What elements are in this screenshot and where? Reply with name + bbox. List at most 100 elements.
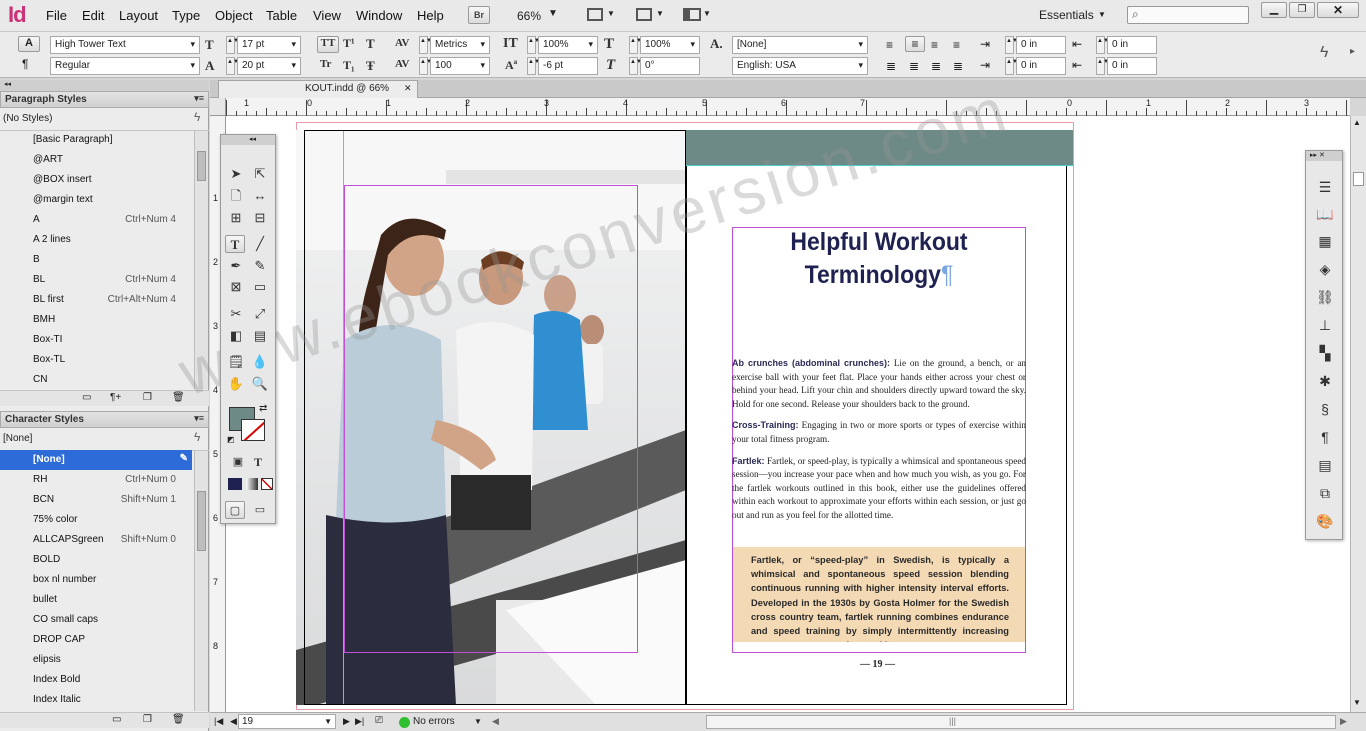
scroll-thumb[interactable]: [197, 151, 206, 181]
new-style-icon[interactable]: ❐: [143, 714, 152, 725]
sidebar-box[interactable]: Fartlek, or “speed-play” in Swedish, is …: [733, 547, 1025, 642]
collapse-dock-icon[interactable]: ◂◂: [0, 80, 209, 91]
pages-panel-icon[interactable]: ☰: [1315, 179, 1335, 197]
character-style-item[interactable]: DROP CAP: [0, 630, 192, 650]
chevron-down-icon[interactable]: ▼: [1098, 10, 1106, 19]
scroll-up-icon[interactable]: ▲: [1353, 118, 1361, 127]
screen-mode-icon[interactable]: [636, 8, 652, 21]
table-panel-icon[interactable]: ▦: [1315, 233, 1335, 251]
formatting-text-icon[interactable]: T: [248, 453, 268, 471]
paragraph-style-item[interactable]: BL first Ctrl+Alt+Num 4: [0, 290, 192, 310]
first-line-indent-stepper[interactable]: ▲▼: [1005, 57, 1018, 75]
gradient-feather-tool-icon[interactable]: ▤: [250, 327, 270, 345]
kerning-field[interactable]: Metrics: [430, 36, 490, 54]
character-style-item[interactable]: box nl number: [0, 570, 192, 590]
language-field[interactable]: English: USA: [732, 57, 868, 75]
strikethrough-icon[interactable]: Ŧ: [366, 58, 375, 74]
font-size-stepper[interactable]: ▲▼: [226, 36, 239, 54]
menu-view[interactable]: View: [313, 8, 341, 23]
zoom-level[interactable]: 66%: [517, 9, 541, 23]
character-style-item[interactable]: Index Bold: [0, 670, 192, 690]
paragraph-formatting-icon[interactable]: ¶: [22, 57, 28, 71]
leading-stepper[interactable]: ▲▼: [226, 57, 239, 75]
vertical-scale-stepper[interactable]: ▲▼: [527, 36, 540, 54]
character-style-item[interactable]: ALLCAPSgreen Shift+Num 0: [0, 530, 192, 550]
paragraph-style-item[interactable]: A Ctrl+Num 4: [0, 210, 192, 230]
menu-edit[interactable]: Edit: [82, 8, 104, 23]
layers-panel-icon[interactable]: ◈: [1315, 261, 1335, 279]
chevron-down-icon[interactable]: ▼: [474, 717, 482, 726]
scroll-left-icon[interactable]: ◀: [492, 716, 499, 727]
view-options-icon[interactable]: [587, 8, 603, 21]
content-collector-icon[interactable]: ⊞: [226, 209, 246, 227]
character-style-item[interactable]: BCN Shift+Num 1: [0, 490, 192, 510]
document-tab[interactable]: KOUT.indd @ 66% ✕: [218, 80, 418, 98]
align-right-icon[interactable]: ≡: [931, 38, 938, 52]
paragraph-style-item[interactable]: [Basic Paragraph]: [0, 130, 192, 150]
open-page-icon[interactable]: ⎚: [375, 715, 383, 726]
normal-view-icon[interactable]: ▢: [225, 501, 245, 519]
chevron-down-icon[interactable]: ▼: [703, 9, 711, 18]
line-tool-icon[interactable]: ╱: [250, 235, 270, 253]
character-style-item[interactable]: Index Italic: [0, 690, 192, 710]
note-tool-icon[interactable]: 🗒: [226, 353, 246, 371]
justify-center-icon[interactable]: ≣: [909, 59, 919, 73]
horizontal-scale-field[interactable]: 100%: [640, 36, 700, 54]
pencil-tool-icon[interactable]: ✎: [250, 257, 270, 275]
paragraph-style-item[interactable]: @ART: [0, 150, 192, 170]
scroll-thumb[interactable]: [1353, 172, 1364, 186]
paragraph-style-item[interactable]: BMH: [0, 310, 192, 330]
horizontal-ruler[interactable]: 1 0 1 2 3 4 5 6 7 0 1 2 3: [226, 98, 1350, 116]
align-panel-icon[interactable]: ⊥: [1315, 317, 1335, 335]
align-center-icon[interactable]: ≡: [905, 36, 925, 52]
content-placer-icon[interactable]: ⊟: [250, 209, 270, 227]
justify-right-icon[interactable]: ≣: [931, 59, 941, 73]
character-style-item[interactable]: elipsis: [0, 650, 192, 670]
collapse-tools-icon[interactable]: ◂◂: [221, 135, 275, 145]
color-panel-icon[interactable]: 🎨: [1315, 513, 1335, 531]
vertical-scrollbar[interactable]: ▲ ▼: [1350, 116, 1366, 712]
bridge-button[interactable]: Br: [468, 6, 490, 24]
chevron-down-icon[interactable]: ▼: [656, 9, 664, 18]
menu-table[interactable]: Table: [266, 8, 297, 23]
zoom-dropdown-icon[interactable]: ▼: [548, 8, 558, 19]
text-wrap-panel-icon[interactable]: ▤: [1315, 457, 1335, 475]
justify-left-icon[interactable]: ≣: [886, 59, 896, 73]
lightning-icon[interactable]: ϟ: [1320, 44, 1328, 62]
all-caps-icon[interactable]: TT: [317, 36, 339, 53]
rectangle-frame-tool-icon[interactable]: ⊠: [226, 278, 246, 296]
body-text[interactable]: Ab crunches (abdominal crunches): Lie on…: [732, 357, 1026, 523]
paragraph-style-item[interactable]: A 2 lines: [0, 230, 192, 250]
menu-help[interactable]: Help: [417, 8, 444, 23]
font-size-field[interactable]: 17 pt: [237, 36, 301, 54]
menu-layout[interactable]: Layout: [119, 8, 158, 23]
first-page-icon[interactable]: |◀: [214, 716, 223, 727]
apply-none-icon[interactable]: [261, 478, 273, 490]
paragraph-panel-icon[interactable]: ¶: [1315, 429, 1335, 447]
paragraph-style-item[interactable]: Box-TI: [0, 330, 192, 350]
underline-icon[interactable]: T: [366, 36, 375, 52]
small-caps-icon[interactable]: Tr: [320, 58, 331, 70]
last-line-indent-stepper[interactable]: ▲▼: [1096, 57, 1109, 75]
chevron-down-icon[interactable]: ▼: [607, 9, 615, 18]
menu-file[interactable]: File: [46, 8, 67, 23]
leading-field[interactable]: 20 pt: [237, 57, 301, 75]
baseline-shift-stepper[interactable]: ▲▼: [527, 57, 540, 75]
gradient-swatch-tool-icon[interactable]: ◧: [226, 327, 246, 345]
character-style-item[interactable]: bullet: [0, 590, 192, 610]
apply-color-icon[interactable]: [228, 478, 242, 490]
preflight-status[interactable]: No errors: [413, 716, 455, 727]
selection-tool-icon[interactable]: ➤: [226, 165, 246, 183]
vertical-scale-field[interactable]: 100%: [538, 36, 598, 54]
first-line-indent-field[interactable]: 0 in: [1016, 57, 1066, 75]
paragraph-style-item[interactable]: @BOX insert: [0, 170, 192, 190]
align-left-icon[interactable]: ≡: [886, 38, 893, 52]
formatting-container-icon[interactable]: ▣: [228, 453, 248, 471]
links-panel-icon[interactable]: ⛓: [1315, 289, 1335, 307]
scroll-down-icon[interactable]: ▼: [1353, 698, 1361, 707]
left-indent-field[interactable]: 0 in: [1016, 36, 1066, 54]
default-colors-icon[interactable]: ◩: [227, 435, 235, 444]
page-heading[interactable]: Helpful Workout Terminology¶: [744, 226, 1014, 292]
font-style-field[interactable]: Regular: [50, 57, 200, 75]
menu-object[interactable]: Object: [215, 8, 253, 23]
